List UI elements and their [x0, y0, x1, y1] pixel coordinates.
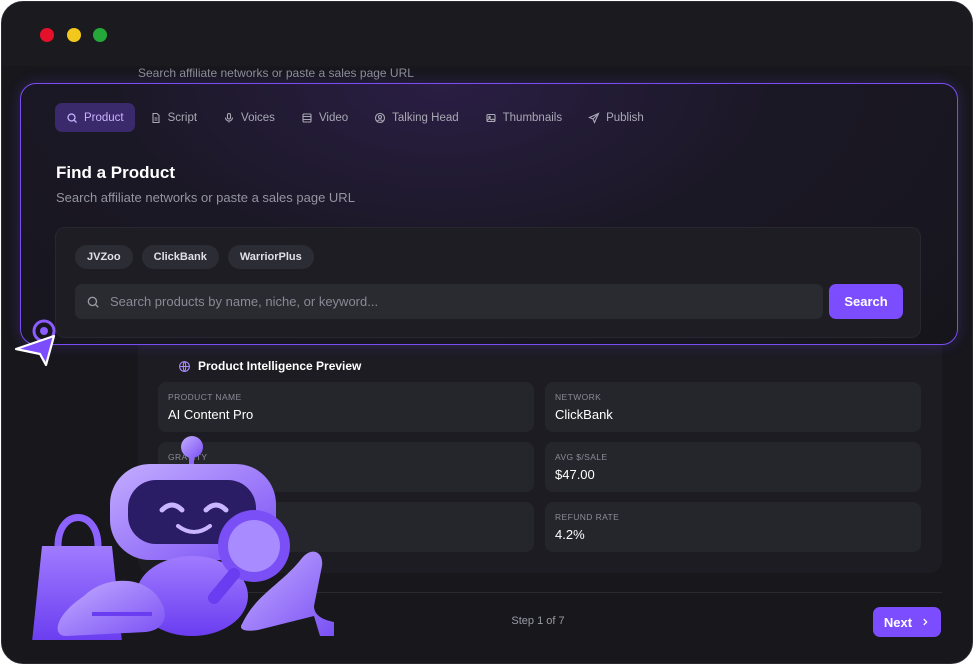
microphone-icon: [224, 112, 234, 122]
network-chips: JVZoo ClickBank WarriorPlus: [75, 245, 314, 269]
search-button[interactable]: Search: [829, 284, 903, 319]
field-value: ClickBank: [555, 407, 613, 422]
page-subtitle: Search affiliate networks or paste a sal…: [56, 190, 355, 205]
tab-product[interactable]: Product: [55, 103, 135, 132]
wizard-tabs: Product Script Voices Video Talking Head…: [55, 103, 655, 132]
robot-mascot-icon: [32, 436, 334, 640]
field-value: AI Content Pro: [168, 407, 254, 422]
chip-jvzoo[interactable]: JVZoo: [75, 245, 133, 269]
tab-video[interactable]: Video: [290, 103, 359, 132]
globe-icon: [179, 360, 190, 372]
send-icon: [588, 111, 600, 124]
field-label: NETWORK: [555, 392, 602, 402]
field-label: AVG $/SALE: [555, 452, 608, 462]
field-label: REFUND RATE: [555, 512, 620, 522]
tab-script[interactable]: Script: [139, 103, 208, 132]
chevron-right-icon: [923, 618, 928, 626]
tab-voices[interactable]: Voices: [212, 103, 286, 132]
tab-label: Publish: [606, 111, 644, 124]
field-network: NETWORK ClickBank: [545, 382, 921, 432]
tab-label: Product: [84, 111, 124, 124]
minimize-window-button[interactable]: [67, 28, 81, 42]
film-icon: [302, 112, 312, 123]
background-subtitle: Search affiliate networks or paste a sal…: [138, 66, 414, 80]
field-value: $47.00: [555, 467, 595, 482]
next-label: Next: [883, 614, 913, 630]
app-window: Search affiliate networks or paste a sal…: [1, 1, 973, 664]
product-search-input[interactable]: [110, 294, 823, 309]
tab-label: Voices: [241, 111, 275, 124]
search-box: [75, 284, 823, 319]
close-window-button[interactable]: [40, 28, 54, 42]
chip-clickbank[interactable]: ClickBank: [141, 245, 219, 269]
tab-label: Script: [167, 111, 198, 124]
document-icon: [152, 112, 160, 123]
field-product-name: PRODUCT NAME AI Content Pro: [158, 382, 534, 432]
tab-label: Thumbnails: [502, 111, 563, 124]
tab-publish[interactable]: Publish: [577, 103, 655, 132]
tab-talking-head[interactable]: Talking Head: [363, 103, 469, 132]
field-label: PRODUCT NAME: [168, 392, 242, 402]
field-refund-rate: REFUND RATE 4.2%: [545, 502, 921, 552]
page-title: Find a Product: [56, 163, 175, 182]
tab-label: Talking Head: [392, 111, 459, 124]
find-product-panel: Product Script Voices Video Talking Head…: [20, 83, 958, 345]
search-card: JVZoo ClickBank WarriorPlus Search: [55, 227, 921, 338]
intelligence-heading: Product Intelligence Preview: [178, 359, 361, 373]
image-icon: [486, 113, 496, 122]
field-avg-sale: AVG $/SALE $47.00: [545, 442, 921, 492]
pointer-cursor-icon: [14, 319, 56, 367]
user-circle-icon: [375, 112, 386, 123]
intelligence-title: Product Intelligence Preview: [198, 359, 362, 373]
maximize-window-button[interactable]: [93, 28, 107, 42]
field-value: 4.2%: [555, 527, 585, 542]
next-button[interactable]: Next: [873, 607, 941, 637]
search-icon: [87, 296, 99, 308]
tab-label: Video: [318, 111, 349, 124]
search-icon: [67, 112, 77, 123]
tab-thumbnails[interactable]: Thumbnails: [474, 103, 573, 132]
chip-warriorplus[interactable]: WarriorPlus: [227, 245, 314, 269]
title-bar: [2, 2, 972, 66]
